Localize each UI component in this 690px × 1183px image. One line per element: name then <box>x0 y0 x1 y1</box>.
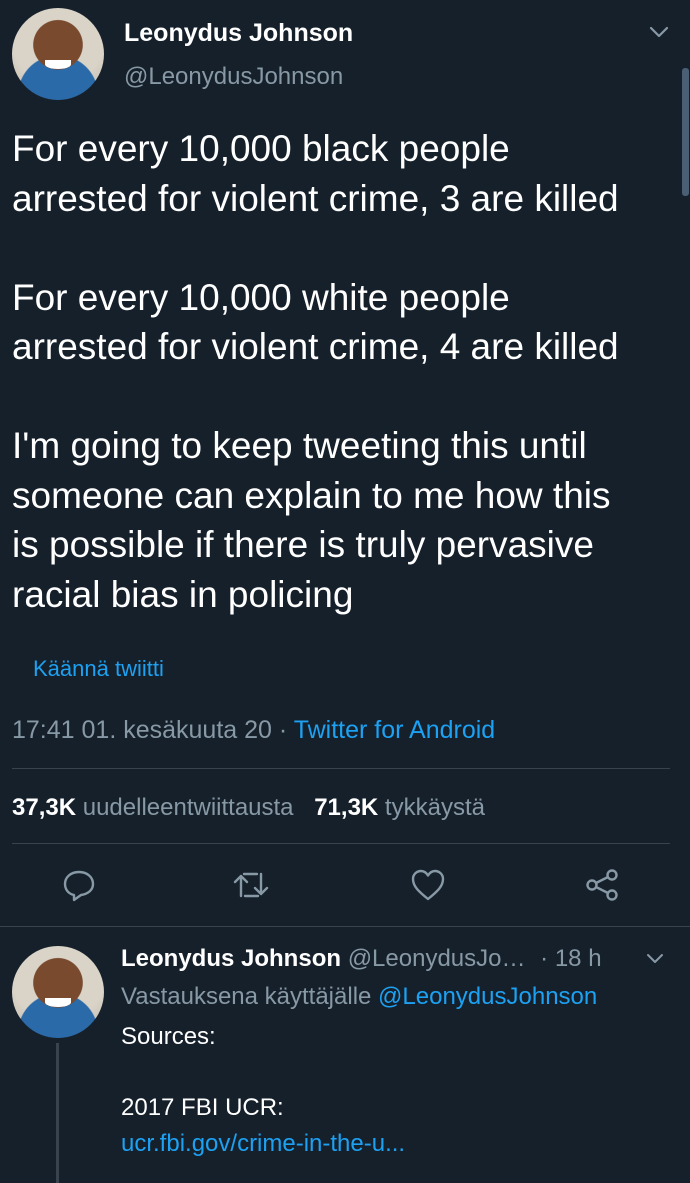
retweets-count: 37,3K <box>12 794 77 821</box>
replying-handle-link[interactable]: @LeonydusJohnson <box>378 983 597 1010</box>
retweets-label: uudelleentwiittausta <box>82 794 294 821</box>
separator: · <box>278 716 288 744</box>
reply-author-name[interactable]: Leonydus Johnson <box>121 945 341 972</box>
timestamp-row: 17:41 01. kesäkuuta 20 · Twitter for And… <box>12 716 495 745</box>
reply-text-line: 2017 FBI UCR: <box>121 1094 284 1121</box>
separator: · <box>540 945 549 972</box>
reply-header: Leonydus Johnson @LeonydusJo… · 18 h <box>121 945 602 973</box>
author-name[interactable]: Leonydus Johnson <box>124 19 353 48</box>
reply-text-line: Sources: <box>121 1023 216 1050</box>
reply-author-handle[interactable]: @LeonydusJo… <box>348 945 526 972</box>
divider <box>0 926 690 927</box>
reply-time[interactable]: 18 h <box>555 945 602 972</box>
author-handle[interactable]: @LeonydusJohnson <box>124 63 343 91</box>
likes-label: tykkäystä <box>384 794 485 821</box>
chevron-down-icon[interactable] <box>648 24 670 40</box>
divider <box>12 768 670 769</box>
replying-to: Vastauksena käyttäjälle @LeonydusJohnson <box>121 983 597 1011</box>
share-icon[interactable] <box>584 868 620 902</box>
likes-count: 71,3K <box>314 794 379 821</box>
chevron-down-icon[interactable] <box>645 952 665 966</box>
replying-prefix: Vastauksena käyttäjälle <box>121 983 372 1010</box>
tweet-text: For every 10,000 black people arrested f… <box>12 128 619 615</box>
source-link[interactable]: Twitter for Android <box>294 716 495 744</box>
translate-link[interactable]: Käännä twiitti <box>33 656 164 682</box>
avatar[interactable] <box>12 8 104 100</box>
reply-avatar[interactable] <box>12 946 104 1038</box>
retweets-stat[interactable]: 37,3K uudelleentwiittausta <box>12 794 300 821</box>
heart-icon[interactable] <box>410 868 446 902</box>
stats-row: 37,3K uudelleentwiittausta 71,3K tykkäys… <box>12 794 485 822</box>
reply-link[interactable]: ucr.fbi.gov/crime-in-the-u... <box>121 1130 405 1158</box>
scrollbar[interactable] <box>682 68 689 196</box>
reply-icon[interactable] <box>62 868 96 902</box>
timestamp: 17:41 01. kesäkuuta 20 <box>12 716 272 744</box>
divider <box>12 843 670 844</box>
retweet-icon[interactable] <box>232 868 270 902</box>
likes-stat[interactable]: 71,3K tykkäystä <box>314 794 485 821</box>
thread-line <box>56 1043 59 1183</box>
